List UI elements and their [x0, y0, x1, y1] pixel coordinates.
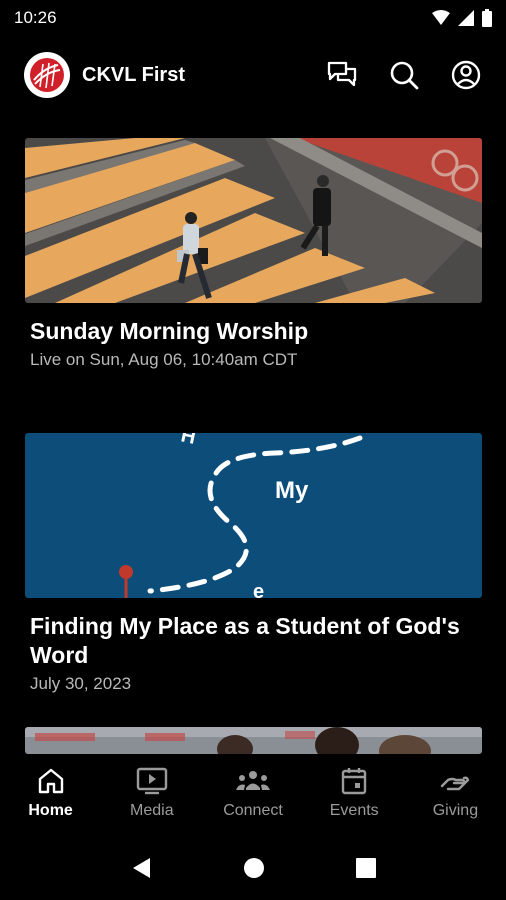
- card-subtitle: July 30, 2023: [30, 674, 132, 693]
- nav-connect[interactable]: Connect: [202, 754, 303, 836]
- nav-events[interactable]: Events: [304, 754, 405, 836]
- svg-text:H: H: [179, 433, 198, 449]
- status-time: 10:26: [14, 8, 57, 27]
- card-image-crosswalk: [25, 138, 482, 303]
- card-image-people: [25, 727, 482, 754]
- account-button[interactable]: [450, 59, 482, 91]
- home-circle-icon[interactable]: [243, 857, 265, 879]
- chat-icon: [327, 61, 357, 87]
- bottom-nav: Home Media Connect Events Giving: [0, 754, 506, 836]
- search-icon: [390, 61, 419, 90]
- content-card[interactable]: [25, 727, 482, 754]
- card-title: Sunday Morning Worship: [30, 318, 309, 344]
- home-icon: [38, 768, 63, 794]
- church-logo: [24, 52, 70, 98]
- giving-icon: [441, 776, 470, 791]
- nav-label: Giving: [432, 802, 479, 819]
- svg-text:e: e: [253, 581, 264, 598]
- card-subtitle: Live on Sun, Aug 06, 10:40am CDT: [30, 350, 298, 369]
- wifi-icon: [432, 10, 450, 25]
- nav-media[interactable]: Media: [101, 754, 202, 836]
- chat-button[interactable]: [326, 59, 358, 91]
- content-card[interactable]: H e My Finding My Place as a Student of …: [25, 433, 482, 694]
- nav-label: Events: [329, 802, 379, 819]
- card-image-path: H e My: [25, 433, 482, 598]
- account-icon: [451, 60, 481, 90]
- events-icon: [342, 768, 367, 795]
- card-title: Finding My Place as a Student of God's W…: [30, 613, 460, 668]
- nav-giving[interactable]: Giving: [405, 754, 506, 836]
- nav-label: Connect: [223, 802, 283, 819]
- back-icon[interactable]: [130, 856, 152, 880]
- signal-icon: [458, 10, 474, 26]
- recents-icon[interactable]: [355, 858, 376, 878]
- status-icons: [432, 9, 492, 27]
- card-image-text: My: [275, 477, 309, 504]
- app-title: CKVL First: [82, 63, 185, 86]
- nav-home[interactable]: Home: [0, 754, 101, 836]
- system-nav-bar: [0, 836, 506, 900]
- search-button[interactable]: [388, 59, 420, 91]
- battery-icon: [482, 9, 492, 27]
- nav-label: Media: [130, 802, 174, 819]
- media-icon: [136, 767, 167, 795]
- nav-label: Home: [28, 802, 73, 819]
- app-bar: CKVL First: [0, 50, 506, 100]
- content-card[interactable]: Sunday Morning Worship Live on Sun, Aug …: [25, 138, 482, 370]
- status-bar: 10:26: [0, 0, 506, 36]
- connect-icon: [236, 771, 270, 790]
